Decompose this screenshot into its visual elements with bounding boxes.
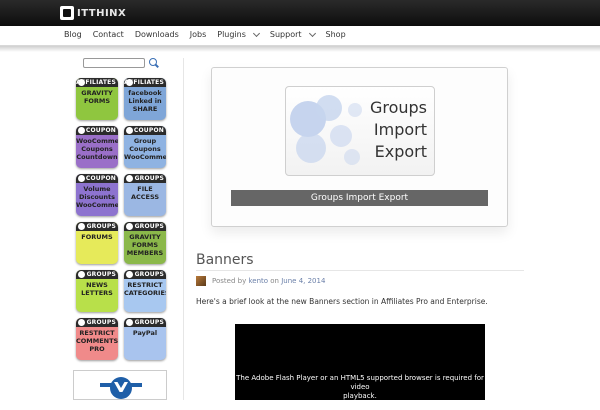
decor-dot bbox=[348, 103, 362, 117]
nav-item-jobs[interactable]: Jobs bbox=[190, 30, 207, 39]
sidebar-widget-logo[interactable] bbox=[73, 370, 167, 400]
nav-item-label: Plugins bbox=[217, 30, 246, 39]
nav-item-label: Shop bbox=[325, 30, 346, 39]
nav-item-blog[interactable]: Blog bbox=[64, 30, 82, 39]
search-input[interactable] bbox=[83, 58, 145, 68]
video-player[interactable]: The Adobe Flash Player or an HTML5 suppo… bbox=[235, 324, 485, 409]
nav-shadow bbox=[0, 46, 600, 52]
badge-ribbon: GROUPS bbox=[124, 222, 166, 231]
author-link[interactable]: kento bbox=[248, 277, 268, 285]
badge-label: Group Coupons WooCommerce bbox=[124, 137, 166, 161]
logo-icon bbox=[60, 6, 74, 20]
sidebar-divider bbox=[183, 58, 184, 400]
badge-label: Volume Discounts WooCommerce bbox=[76, 185, 118, 209]
plugin-badge[interactable]: GROUPS NEWS LETTERS bbox=[76, 270, 118, 312]
chevron-down-icon bbox=[308, 29, 316, 37]
post-meta: Posted by kento on June 4, 2014 bbox=[212, 277, 325, 285]
badge-label: GRAVITY FORMS bbox=[81, 89, 113, 105]
player-line-1: The Adobe Flash Player or an HTML5 suppo… bbox=[236, 374, 484, 391]
badge-ribbon: GROUPS bbox=[76, 318, 118, 327]
featured-plugin-image[interactable]: Groups Import Export bbox=[285, 86, 435, 176]
main-navigation: Blog Contact Downloads Jobs Plugins Support Sh… bbox=[0, 26, 600, 46]
chevron-down-icon bbox=[252, 29, 260, 37]
nav-item-support[interactable]: Support bbox=[269, 29, 316, 39]
plugin-badge[interactable]: AFFILIATES facebook Linked in SHARE bbox=[124, 78, 166, 120]
badge-label: RESTRICT COMMENTS PRO bbox=[76, 329, 118, 353]
decor-dot bbox=[330, 125, 352, 147]
badge-ribbon: AFFILIATES bbox=[76, 78, 118, 87]
post-excerpt: Here's a brief look at the new Banners s… bbox=[196, 297, 488, 306]
author-avatar bbox=[196, 276, 206, 286]
meta-prefix: Posted by bbox=[212, 277, 247, 285]
plugin-badge[interactable]: GROUPS GRAVITY FORMS MEMBERS bbox=[124, 222, 166, 264]
nav-item-label: Support bbox=[269, 30, 302, 39]
get-flash-link[interactable]: Get the Latest Flash Player bbox=[235, 401, 485, 410]
plugin-badge[interactable]: GROUPS RESTRICT CATEGORIES bbox=[124, 270, 166, 312]
badge-label: FILE ACCESS bbox=[130, 185, 160, 201]
plugin-badge[interactable]: COUPON WooCommerce Coupons Countdown bbox=[76, 126, 118, 168]
nav-item-label: Downloads bbox=[134, 30, 179, 39]
featured-caption[interactable]: Groups Import Export bbox=[231, 190, 488, 206]
search-icon[interactable] bbox=[149, 58, 157, 66]
nav-item-label: Contact bbox=[92, 30, 124, 39]
plugin-badge[interactable]: GROUPS PayPal bbox=[124, 318, 166, 360]
badge-label: NEWS LETTERS bbox=[81, 281, 113, 297]
card-line-3: Export bbox=[374, 142, 427, 161]
title-divider bbox=[196, 270, 524, 271]
decor-dot bbox=[316, 95, 342, 121]
badge-ribbon: COUPON bbox=[124, 126, 166, 135]
nav-menu: Blog Contact Downloads Jobs Plugins Support Sh… bbox=[64, 29, 357, 39]
site-logo[interactable]: ITTHINX bbox=[60, 6, 126, 20]
meta-mid: on bbox=[270, 277, 279, 285]
plugin-badge[interactable]: COUPON Group Coupons WooCommerce bbox=[124, 126, 166, 168]
post-title[interactable]: Banners bbox=[196, 252, 254, 268]
badge-label: FORUMS bbox=[81, 233, 113, 241]
nav-item-shop[interactable]: Shop bbox=[326, 30, 346, 39]
nav-item-downloads[interactable]: Downloads bbox=[135, 30, 179, 39]
badge-ribbon: GROUPS bbox=[76, 222, 118, 231]
badge-label: RESTRICT CATEGORIES bbox=[124, 281, 166, 297]
badge-ribbon: GROUPS bbox=[124, 174, 166, 183]
badge-ribbon: GROUPS bbox=[124, 270, 166, 279]
decor-dot bbox=[344, 149, 360, 165]
badge-ribbon: COUPON bbox=[76, 126, 118, 135]
badge-ribbon: GROUPS bbox=[124, 318, 166, 327]
card-line-2: Import bbox=[373, 120, 427, 139]
plugin-badge[interactable]: GROUPS RESTRICT COMMENTS PRO bbox=[76, 318, 118, 360]
nav-item-label: Jobs bbox=[189, 30, 207, 39]
top-bar: ITTHINX bbox=[0, 0, 600, 26]
badge-ribbon: GROUPS bbox=[76, 270, 118, 279]
nav-item-contact[interactable]: Contact bbox=[93, 30, 124, 39]
plugin-badge[interactable]: GROUPS FILE ACCESS bbox=[124, 174, 166, 216]
badge-label: PayPal bbox=[132, 329, 158, 337]
w-logo-icon bbox=[110, 377, 132, 399]
nav-item-label: Blog bbox=[64, 30, 82, 39]
decor-dot bbox=[296, 133, 326, 163]
badge-label: WooCommerce Coupons Countdown bbox=[76, 137, 118, 161]
badge-label: GRAVITY FORMS MEMBERS bbox=[126, 233, 164, 257]
card-line-1: Groups bbox=[369, 98, 427, 117]
badge-ribbon: AFFILIATES bbox=[124, 78, 166, 87]
plugin-badge[interactable]: COUPON Volume Discounts WooCommerce bbox=[76, 174, 118, 216]
brand-name: ITTHINX bbox=[77, 7, 127, 19]
player-message: The Adobe Flash Player or an HTML5 suppo… bbox=[235, 374, 485, 410]
plugin-badge[interactable]: AFFILIATES GRAVITY FORMS bbox=[76, 78, 118, 120]
badge-label: facebook Linked in SHARE bbox=[128, 89, 162, 113]
logo-wing-right bbox=[130, 383, 142, 387]
badge-ribbon: COUPON bbox=[76, 174, 118, 183]
date-link[interactable]: June 4, 2014 bbox=[281, 277, 325, 285]
nav-item-plugins[interactable]: Plugins bbox=[217, 29, 260, 39]
plugin-badge[interactable]: GROUPS FORUMS bbox=[76, 222, 118, 264]
